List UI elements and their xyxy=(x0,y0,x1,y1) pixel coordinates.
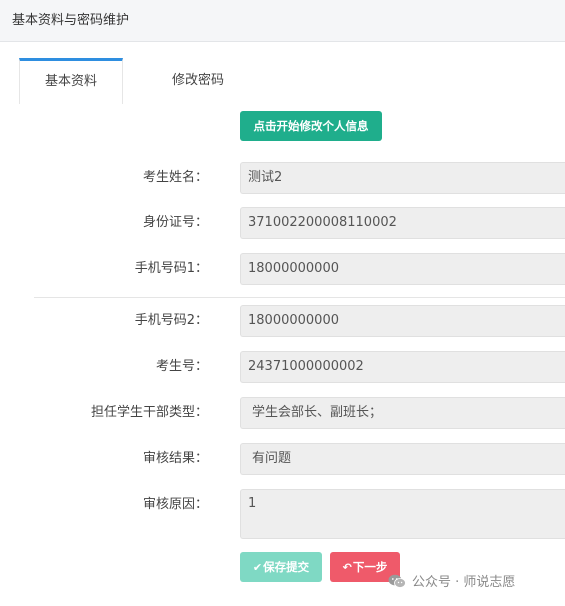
watermark: 公众号 · 师说志愿 xyxy=(388,572,515,594)
cadre-type-label: 担任学生干部类型： xyxy=(90,405,208,420)
start-edit-button[interactable]: 点击开始修改个人信息 xyxy=(240,111,382,141)
id-number-field[interactable]: 371002200008110002 xyxy=(240,207,565,239)
section-divider xyxy=(34,297,565,298)
review-result-label: 审核结果： xyxy=(142,451,208,466)
wechat-icon xyxy=(388,574,406,588)
phone1-field[interactable]: 18000000000 xyxy=(240,253,565,285)
save-submit-label: 保存提交 xyxy=(263,560,310,574)
panel-title: 基本资料与密码维护 xyxy=(12,13,130,28)
candidate-number-label: 考生号： xyxy=(155,359,208,374)
tab-bar: 基本资料 修改密码 xyxy=(19,58,565,104)
review-reason-label: 审核原因： xyxy=(142,497,208,512)
tab-change-password[interactable]: 修改密码 xyxy=(137,58,259,104)
phone2-field[interactable]: 18000000000 xyxy=(240,305,565,337)
watermark-text: 公众号 · 师说志愿 xyxy=(412,575,516,590)
cadre-type-field[interactable]: 学生会部长、副班长； xyxy=(240,397,565,429)
name-field[interactable]: 测试2 xyxy=(240,162,565,194)
check-icon: ✔ xyxy=(252,561,263,574)
save-submit-button[interactable]: ✔保存提交 xyxy=(240,552,322,582)
phone2-label: 手机号码2： xyxy=(134,313,208,328)
next-step-label: 下一步 xyxy=(352,560,388,574)
tab-basic-info[interactable]: 基本资料 xyxy=(19,58,123,104)
name-label: 考生姓名： xyxy=(142,170,208,185)
candidate-number-field[interactable]: 24371000000002 xyxy=(240,351,565,383)
id-number-label: 身份证号： xyxy=(142,215,208,230)
review-result-field[interactable]: 有问题 xyxy=(240,443,565,475)
review-reason-field[interactable]: 1 xyxy=(240,489,565,539)
panel-header: 基本资料与密码维护 xyxy=(0,0,565,42)
phone1-label: 手机号码1： xyxy=(134,261,208,276)
reply-arrow-icon: ↶ xyxy=(342,561,352,574)
